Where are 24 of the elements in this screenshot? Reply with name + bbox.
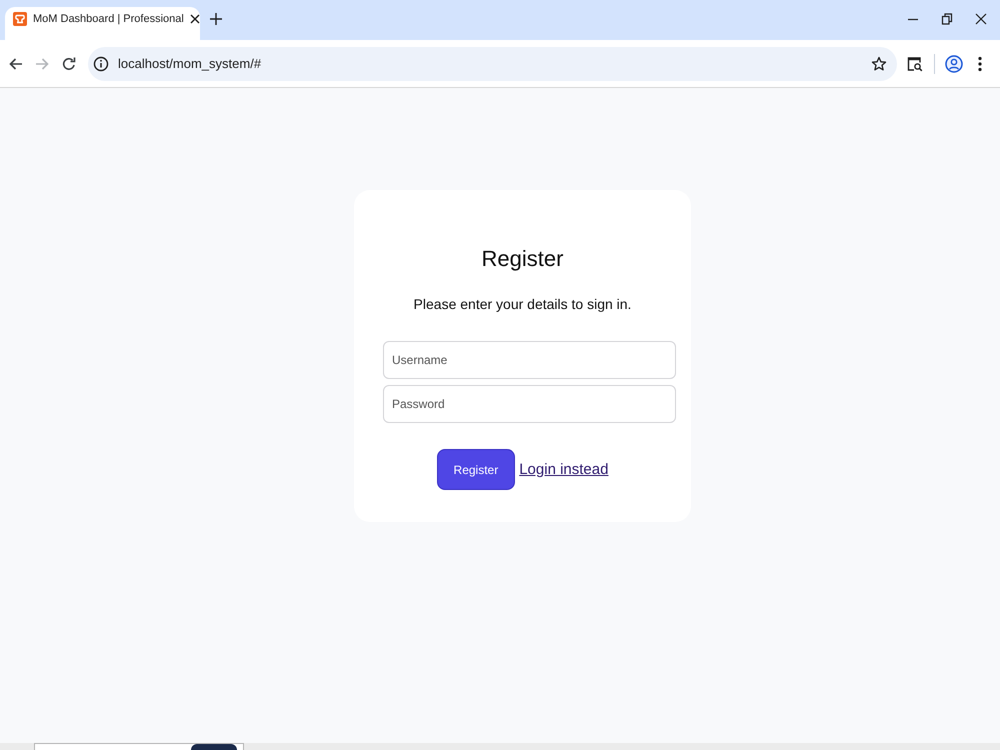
back-arrow-icon[interactable] (8, 56, 24, 72)
url-text: localhost/mom_system/# (118, 56, 262, 72)
restore-icon[interactable] (941, 13, 953, 25)
register-button[interactable]: Register (436, 449, 516, 490)
profile-icon[interactable] (945, 54, 963, 72)
form-title: Register (482, 245, 564, 273)
site-logo-icon (13, 12, 27, 26)
tab-title: MoM Dashboard | Professional (33, 12, 184, 26)
input-field[interactable]: Username (383, 341, 676, 379)
close-icon[interactable] (190, 14, 200, 24)
form-subtitle: Please enter your details to sign in. (414, 295, 632, 314)
window-thumbnail[interactable] (34, 743, 244, 750)
tab-search-icon[interactable] (907, 56, 923, 72)
browser-tab[interactable]: MoM Dashboard | Professional (5, 7, 200, 40)
close-icon[interactable] (975, 13, 987, 25)
reload-icon[interactable] (61, 56, 77, 72)
plus-icon[interactable] (210, 13, 222, 25)
star-icon[interactable] (871, 56, 887, 72)
login-link[interactable]: Login instead (519, 460, 608, 478)
menu-icon[interactable] (978, 56, 982, 72)
info-icon[interactable] (92, 54, 110, 72)
address-bar[interactable]: localhost/mom_system/# (88, 46, 897, 80)
input-field[interactable]: Password (383, 385, 676, 423)
photo-placeholder (191, 744, 237, 750)
